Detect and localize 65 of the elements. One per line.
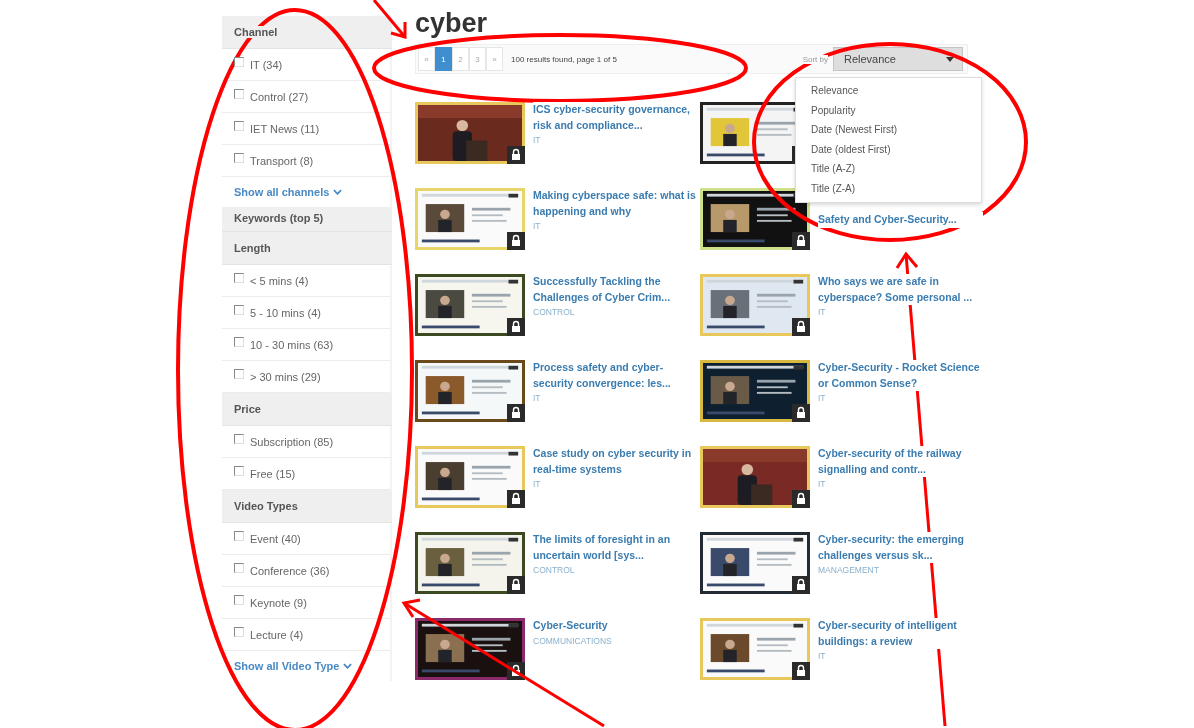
checkbox[interactable] bbox=[234, 594, 244, 605]
checkbox[interactable] bbox=[234, 120, 244, 131]
filter-option-label[interactable]: IT (34) bbox=[250, 58, 283, 71]
search-term-heading: cyber bbox=[415, 8, 489, 38]
dropdown-option[interactable]: Date (Newest First) bbox=[796, 120, 981, 140]
dropdown-option[interactable]: Relevance bbox=[796, 81, 981, 101]
filter-option-label[interactable]: Keynote (9) bbox=[250, 596, 307, 609]
chevron-down-icon bbox=[343, 663, 353, 669]
filter-option-label[interactable]: < 5 mins (4) bbox=[250, 274, 309, 287]
video-category: CONTROL bbox=[533, 565, 576, 575]
filter-option-label[interactable]: Event (40) bbox=[250, 532, 301, 545]
checkbox[interactable] bbox=[234, 626, 244, 637]
show-all-link[interactable]: Show all channels bbox=[222, 177, 390, 207]
video-category: IT bbox=[533, 479, 542, 489]
filter-option-label[interactable]: Conference (36) bbox=[250, 564, 330, 577]
video-category: COMMUNICATIONS bbox=[533, 635, 613, 646]
checkbox[interactable] bbox=[234, 530, 244, 541]
checkbox[interactable] bbox=[234, 88, 244, 99]
filter-heading: Length bbox=[234, 242, 271, 254]
video-category: IT bbox=[818, 393, 827, 403]
checkbox[interactable] bbox=[234, 152, 244, 163]
filter-heading: Video Types bbox=[234, 500, 298, 512]
video-title-link[interactable]: Cyber-Security - Rocket Science or Common Sense? bbox=[818, 360, 983, 391]
caret-icon bbox=[946, 56, 954, 62]
video-title-link[interactable]: Making cyberspace safe: what is happening and why bbox=[533, 188, 698, 219]
filter-option-label[interactable]: IET News (11) bbox=[250, 122, 320, 135]
checkbox[interactable] bbox=[234, 465, 244, 476]
filter-option-label[interactable]: Lecture (4) bbox=[250, 628, 304, 641]
annotation-arrow bbox=[372, 0, 407, 39]
show-all-link[interactable]: Show all Video Type bbox=[222, 651, 390, 681]
filter-option-label[interactable]: > 30 mins (29) bbox=[250, 370, 321, 383]
video-category: CONTROL bbox=[533, 307, 576, 317]
filter-heading: Channel bbox=[234, 26, 278, 38]
checkbox[interactable] bbox=[234, 272, 244, 283]
dropdown-option[interactable]: Title (A-Z) bbox=[796, 159, 981, 179]
video-title-link[interactable]: Safety and Cyber-Security... bbox=[818, 212, 983, 228]
sort-select[interactable]: Relevance bbox=[833, 47, 963, 71]
checkbox[interactable] bbox=[234, 562, 244, 573]
sort-label: Sort by bbox=[802, 54, 828, 64]
filter-heading: Keywords (top 5) bbox=[234, 212, 324, 224]
filter-option-label[interactable]: 10 - 30 mins (63) bbox=[250, 338, 334, 351]
video-category: IT bbox=[818, 651, 827, 661]
video-category: IT bbox=[533, 393, 542, 403]
results-summary: 100 results found, page 1 of 5 bbox=[511, 54, 617, 64]
checkbox[interactable] bbox=[234, 433, 244, 444]
checkbox[interactable] bbox=[234, 368, 244, 379]
video-category: IT bbox=[533, 221, 542, 231]
dropdown-option[interactable]: Date (oldest First) bbox=[796, 139, 981, 159]
page-button[interactable]: 1 bbox=[435, 47, 452, 71]
video-category: IT bbox=[818, 479, 827, 489]
video-category: IT bbox=[818, 307, 827, 317]
video-category: IT bbox=[533, 135, 542, 145]
checkbox[interactable] bbox=[234, 336, 244, 347]
chevron-down-icon bbox=[333, 189, 343, 195]
checkbox[interactable] bbox=[234, 304, 244, 315]
filter-heading: Price bbox=[234, 403, 261, 415]
filter-option-label[interactable]: 5 - 10 mins (4) bbox=[250, 306, 321, 319]
filter-option-label[interactable]: Control (27) bbox=[250, 90, 309, 103]
filter-option-label[interactable]: Transport (8) bbox=[250, 154, 314, 167]
filter-option-label[interactable]: Subscription (85) bbox=[250, 435, 334, 448]
dropdown-option[interactable]: Popularity bbox=[796, 100, 981, 120]
filter-option-label[interactable]: Free (15) bbox=[250, 467, 296, 480]
dropdown-option[interactable]: Title (Z-A) bbox=[796, 178, 981, 198]
checkbox[interactable] bbox=[234, 56, 244, 67]
video-category: MANAGEMENT bbox=[818, 565, 880, 575]
